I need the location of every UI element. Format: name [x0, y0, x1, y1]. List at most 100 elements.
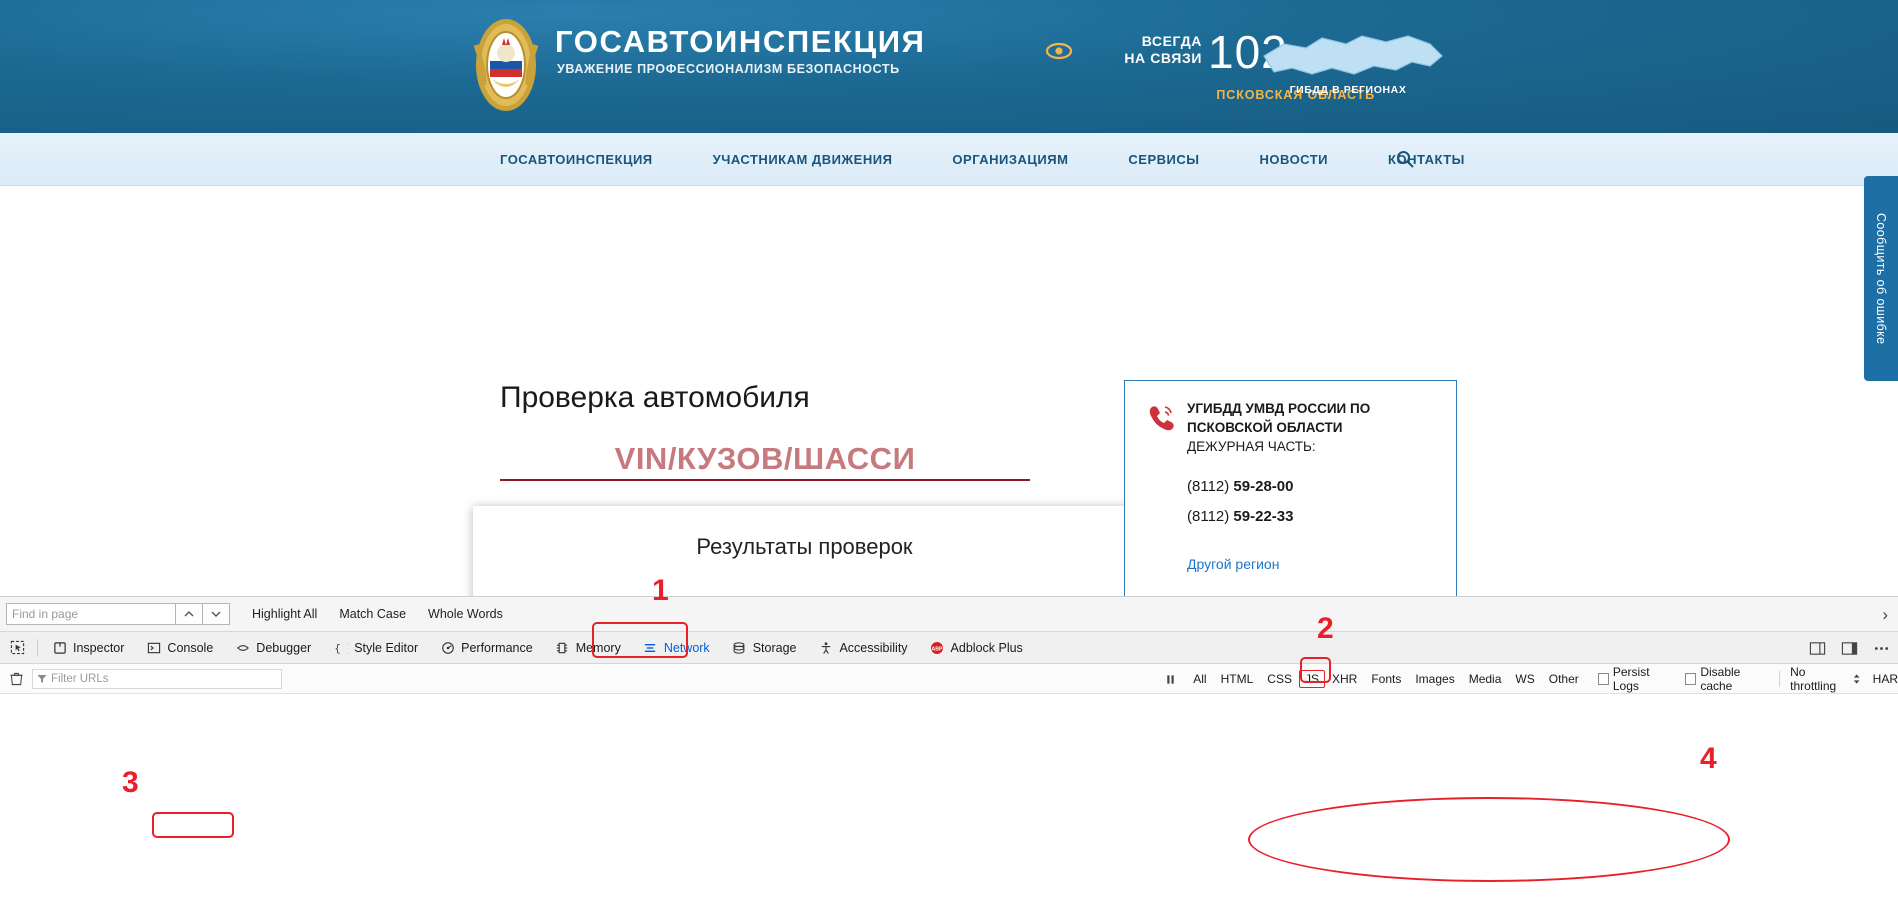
accessibility-icon	[818, 640, 833, 655]
phone-1-number: 59-28-00	[1233, 478, 1294, 495]
nav-item-2[interactable]: УЧАСТНИКАМ ДВИЖЕНИЯ	[683, 152, 923, 167]
storage-icon	[732, 640, 747, 655]
devtools-tab-label: Storage	[752, 640, 797, 655]
console-icon	[146, 640, 161, 655]
toolbar-divider	[37, 638, 38, 657]
devtools-tab-label: Style Editor	[354, 640, 419, 655]
network-filter-bar: AllHTMLCSSJSXHRFontsImagesMediaWSOther P…	[0, 664, 1898, 694]
contact-subtitle: ДЕЖУРНАЯ ЧАСТЬ:	[1187, 439, 1316, 454]
annotation-ellipse-recaptcha-code	[1248, 797, 1730, 882]
find-next-button[interactable]	[203, 603, 230, 625]
close-icon[interactable]: ›	[1882, 605, 1888, 625]
throttling-select[interactable]: No throttling	[1790, 665, 1861, 693]
screenshot-root: ГОСАВТОИНСПЕКЦИЯ УВАЖЕНИЕ ПРОФЕССИОНАЛИЗ…	[0, 0, 1898, 904]
report-error-tab[interactable]: Сообщить об ошибке	[1864, 176, 1898, 381]
type-filter-fonts[interactable]: Fonts	[1364, 669, 1408, 689]
eye-accessibility-icon[interactable]	[1045, 42, 1073, 60]
nav-item-3[interactable]: ОРГАНИЗАЦИЯМ	[922, 152, 1098, 167]
type-filter-other[interactable]: Other	[1542, 669, 1586, 689]
performance-icon	[440, 640, 455, 655]
memory-icon	[555, 640, 570, 655]
type-filter-images[interactable]: Images	[1408, 669, 1461, 689]
stepper-icon	[1854, 674, 1860, 684]
browser-page: ГОСАВТОИНСПЕКЦИЯ УВАЖЕНИЕ ПРОФЕССИОНАЛИЗ…	[0, 0, 1898, 596]
adblock-icon: ABP	[930, 640, 945, 655]
vin-tab-title: VIN/КУЗОВ/ШАССИ	[614, 441, 916, 476]
persist-logs-label: Persist Logs	[1612, 665, 1650, 693]
clear-requests-icon[interactable]	[0, 664, 32, 694]
annotation-box-appjs-row	[152, 812, 234, 838]
annotation-box-js-filter	[1300, 657, 1331, 683]
other-region-link[interactable]: Другой регион	[1187, 556, 1279, 572]
devtools-tab-style-editor[interactable]: { } Style Editor	[322, 632, 429, 664]
nav-item-4[interactable]: СЕРВИСЫ	[1098, 152, 1229, 167]
nav-item-6[interactable]: КОНТАКТЫ	[1358, 152, 1495, 167]
har-button[interactable]: HAR	[1873, 672, 1898, 686]
element-picker-icon[interactable]	[0, 632, 34, 664]
type-filter-css[interactable]: CSS	[1260, 669, 1299, 689]
disable-cache-option[interactable]: Disable cache	[1685, 665, 1769, 693]
persist-logs-checkbox[interactable]	[1597, 673, 1609, 685]
devtools-tab-console[interactable]: Console	[135, 632, 224, 664]
match-case-option[interactable]: Match Case	[339, 607, 406, 621]
persist-logs-option[interactable]: Persist Logs	[1597, 665, 1673, 693]
whole-words-option[interactable]: Whole Words	[428, 607, 503, 621]
vin-underline	[500, 479, 1030, 481]
always-connected-label: ВСЕГДА НА СВЯЗИ	[1090, 33, 1202, 67]
devtools-tab-performance[interactable]: Performance	[429, 632, 544, 664]
devtools-tab-storage[interactable]: Storage	[721, 632, 808, 664]
contact-phone-2: (8112) 59-22-33	[1187, 508, 1293, 525]
phone-2-prefix: (8112)	[1187, 508, 1234, 525]
gibdd-emblem-icon	[470, 15, 542, 115]
filter-urls-input[interactable]	[32, 668, 282, 689]
dock-position-icon[interactable]	[1838, 637, 1860, 659]
find-previous-button[interactable]	[176, 603, 203, 625]
nav-item-5[interactable]: НОВОСТИ	[1230, 152, 1359, 167]
phone-2-number: 59-22-33	[1233, 508, 1294, 525]
devtools-tab-label: Performance	[461, 640, 533, 655]
filter-urls-wrapper	[32, 668, 282, 689]
map-caption: ГИБДД В РЕГИОНАХ	[1289, 84, 1407, 96]
pause-recording-icon[interactable]	[1155, 664, 1186, 694]
type-filter-ws[interactable]: WS	[1508, 669, 1541, 689]
inspector-icon	[52, 640, 67, 655]
svg-text:{ }: { }	[334, 643, 348, 654]
search-icon[interactable]	[1396, 150, 1414, 168]
type-filter-html[interactable]: HTML	[1214, 669, 1261, 689]
throttling-label: No throttling	[1790, 665, 1837, 693]
devtools-tab-label: Console	[167, 640, 214, 655]
devtools-tab-label: Debugger	[256, 640, 312, 655]
always-line2: НА СВЯЗИ	[1124, 50, 1202, 66]
brand-subtitle: УВАЖЕНИЕ ПРОФЕССИОНАЛИЗМ БЕЗОПАСНОСТЬ	[557, 62, 900, 76]
disable-cache-label: Disable cache	[1700, 665, 1741, 693]
debugger-icon	[235, 640, 250, 655]
type-filter-media[interactable]: Media	[1462, 669, 1509, 689]
report-error-label: Сообщить об ошибке	[1874, 212, 1888, 345]
disable-cache-checkbox[interactable]	[1685, 673, 1697, 685]
contact-phone-1: (8112) 59-28-00	[1187, 478, 1293, 495]
type-filter-all[interactable]: All	[1186, 669, 1213, 689]
brand-title: ГОСАВТОИНСПЕКЦИЯ	[555, 24, 926, 59]
devtools-tab-adblock-plus[interactable]: ABP Adblock Plus	[919, 632, 1034, 664]
devtools-toolbar: Inspector Console Debugger { } Style Editor P…	[0, 632, 1898, 664]
always-line1: ВСЕГДА	[1141, 33, 1202, 49]
nav-item-1[interactable]: ГОСАВТОИНСПЕКЦИЯ	[470, 152, 683, 167]
filter-divider	[1779, 671, 1781, 687]
devtools-tab-accessibility[interactable]: Accessibility	[807, 632, 918, 664]
phone-1-prefix: (8112)	[1187, 478, 1234, 495]
find-input[interactable]	[6, 603, 176, 625]
annotation-marker-4: 4	[1700, 742, 1717, 775]
devtools-menu-icon[interactable]	[1870, 637, 1892, 659]
site-nav: ГОСАВТОИНСПЕКЦИЯ УЧАСТНИКАМ ДВИЖЕНИЯ ОРГАН…	[0, 133, 1898, 186]
highlight-all-option[interactable]: Highlight All	[252, 607, 317, 621]
devtools-tab-debugger[interactable]: Debugger	[224, 632, 322, 664]
devtools-tab-inspector[interactable]: Inspector	[41, 632, 135, 664]
nav-item-list: ГОСАВТОИНСПЕКЦИЯ УЧАСТНИКАМ ДВИЖЕНИЯ ОРГАН…	[470, 133, 1495, 186]
type-filter-list: All HTML CSS JS XHR Fonts Images Media WS Other	[1186, 669, 1585, 689]
page-title: Проверка автомобиля	[500, 381, 810, 414]
russia-map-icon[interactable]	[1250, 18, 1450, 118]
results-card: Результаты проверок Проверка истории рег…	[473, 506, 1136, 596]
svg-text:ABP: ABP	[932, 646, 944, 652]
split-console-icon[interactable]	[1806, 637, 1828, 659]
devtools-toolbar-right	[1806, 632, 1892, 664]
